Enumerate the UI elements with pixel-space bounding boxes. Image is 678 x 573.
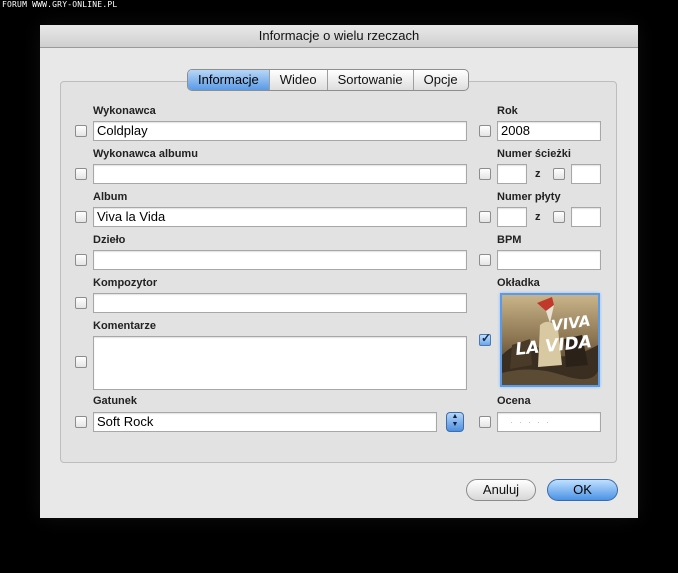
disc-total-checkbox[interactable] (553, 211, 565, 223)
disc-of-label: z (535, 211, 541, 223)
year-checkbox[interactable] (479, 125, 491, 137)
artwork-checkbox[interactable]: ✓ (479, 331, 492, 346)
rating-checkbox[interactable] (479, 416, 491, 428)
artwork-label: Okładka (497, 277, 540, 289)
window-title: Informacje o wielu rzeczach (40, 25, 638, 48)
artist-label: Wykonawca (93, 105, 156, 117)
comments-textarea[interactable] (93, 336, 467, 390)
genre-label: Gatunek (93, 395, 138, 407)
track-total-field[interactable] (571, 164, 601, 184)
chevron-down-icon: ▼ (451, 421, 459, 428)
chevron-up-icon: ▲ (451, 413, 459, 420)
track-number-checkbox[interactable] (479, 168, 491, 180)
disc-total-field[interactable] (571, 207, 601, 227)
tab-info[interactable]: Informacje (188, 70, 269, 90)
checkmark-icon: ✓ (481, 331, 492, 345)
rating-dots[interactable]: ····· (497, 412, 601, 432)
artist-field[interactable]: Coldplay (93, 121, 467, 141)
tab-options[interactable]: Opcje (412, 70, 468, 90)
album-artist-label: Wykonawca albumu (93, 148, 198, 160)
album-label: Album (93, 191, 128, 203)
comments-checkbox[interactable] (75, 356, 87, 368)
disc-number-label: Numer płyty (497, 191, 561, 203)
album-field[interactable]: Viva la Vida (93, 207, 467, 227)
track-of-label: z (535, 168, 541, 180)
composer-field[interactable] (93, 293, 467, 313)
disc-number-field[interactable] (497, 207, 527, 227)
composer-checkbox[interactable] (75, 297, 87, 309)
track-total-checkbox[interactable] (553, 168, 565, 180)
track-number-label: Numer ścieżki (497, 148, 571, 160)
tab-sorting[interactable]: Sortowanie (326, 70, 413, 90)
album-artwork-image[interactable]: VIVA LA VIDA (500, 293, 600, 387)
work-label: Dzieło (93, 234, 126, 246)
track-number-field[interactable] (497, 164, 527, 184)
bpm-checkbox[interactable] (479, 254, 491, 266)
cancel-button[interactable]: Anuluj (466, 479, 536, 501)
composer-label: Kompozytor (93, 277, 158, 289)
artist-checkbox[interactable] (75, 125, 87, 137)
ok-button[interactable]: OK (547, 479, 618, 501)
genre-dropdown-stepper[interactable]: ▲ ▼ (446, 412, 464, 432)
tab-video[interactable]: Wideo (268, 70, 327, 90)
album-artist-field[interactable] (93, 164, 467, 184)
album-artist-checkbox[interactable] (75, 168, 87, 180)
work-checkbox[interactable] (75, 254, 87, 266)
work-field[interactable] (93, 250, 467, 270)
artwork-painting-icon: VIVA LA VIDA (502, 295, 598, 385)
year-label: Rok (497, 105, 518, 117)
forum-watermark: FORUM WWW.GRY-ONLINE.PL (2, 0, 118, 9)
disc-number-checkbox[interactable] (479, 211, 491, 223)
multiple-item-info-dialog: Informacje o wielu rzeczach Informacje W… (40, 25, 638, 518)
genre-combo-field[interactable]: Soft Rock (93, 412, 437, 432)
year-field[interactable]: 2008 (497, 121, 601, 141)
comments-label: Komentarze (93, 320, 156, 332)
bpm-label: BPM (497, 234, 522, 246)
album-checkbox[interactable] (75, 211, 87, 223)
rating-label: Ocena (497, 395, 531, 407)
tab-bar: Informacje Wideo Sortowanie Opcje (187, 69, 469, 91)
genre-checkbox[interactable] (75, 416, 87, 428)
bpm-field[interactable] (497, 250, 601, 270)
